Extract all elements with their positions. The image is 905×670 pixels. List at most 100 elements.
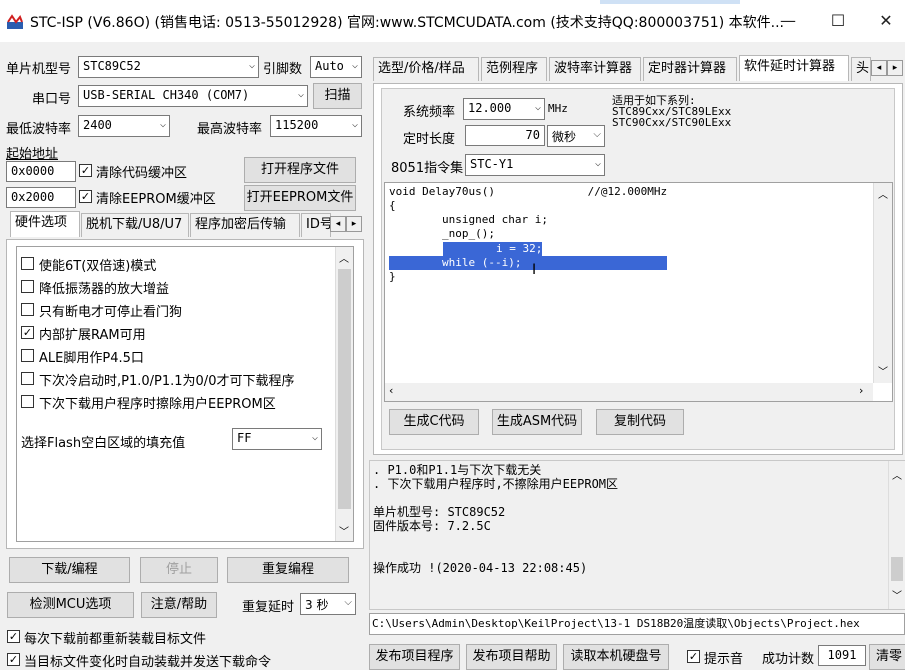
minimize-button[interactable]: — [768, 10, 808, 34]
instruction-set-value: STC-Y1 [470, 157, 514, 171]
open-eeprom-file-button[interactable]: 打开EEPROM文件 [244, 185, 356, 211]
pin-count-label: 引脚数 [263, 62, 303, 77]
stop-button[interactable]: 停止 [140, 557, 218, 583]
scroll-down-icon[interactable]: ﹀ [878, 363, 888, 378]
tab-scroll-left-icon[interactable]: ◂ [871, 60, 887, 76]
min-baud-select[interactable]: 2400 ⌵ [78, 115, 170, 137]
tab-baud-calculator[interactable]: 波特率计算器 [549, 57, 641, 81]
reload-target-checkbox[interactable]: ✓ [7, 630, 20, 643]
tab-hardware-options[interactable]: 硬件选项 [10, 211, 80, 237]
tab-example-programs[interactable]: 范例程序 [481, 57, 547, 81]
scan-button[interactable]: 扫描 [313, 83, 362, 109]
start-address-input-1[interactable]: 0x0000 [6, 161, 76, 182]
system-frequency-value: 12.000 [468, 101, 512, 115]
mcu-type-select[interactable]: STC89C52 ⌵ [78, 56, 259, 78]
maximize-button[interactable]: ☐ [818, 10, 858, 34]
code-line: } [389, 270, 396, 283]
log-line: 单片机型号: STC89C52 [373, 505, 506, 519]
download-program-button[interactable]: 下载/编程 [9, 557, 130, 583]
instruction-set-label: 8051指令集 [391, 161, 464, 176]
tab-scroll-left-icon[interactable]: ◂ [330, 216, 346, 232]
clear-eeprom-checkbox[interactable]: ✓ [79, 190, 92, 203]
check-mcu-options-button[interactable]: 检测MCU选项 [7, 592, 134, 618]
start-address-input-2[interactable]: 0x2000 [6, 187, 76, 208]
delay-length-input[interactable]: 70 [465, 125, 545, 146]
scroll-up-icon[interactable]: ︿ [878, 186, 888, 201]
code-horizontal-scrollbar[interactable]: ‹ › [385, 383, 873, 401]
hardware-option-checkbox[interactable] [21, 257, 34, 270]
scroll-down-icon[interactable]: ﹀ [892, 587, 902, 602]
tab-scroll-right-icon[interactable]: ▸ [346, 216, 362, 232]
scroll-left-icon[interactable]: ‹ [389, 384, 393, 397]
generate-asm-code-button[interactable]: 生成ASM代码 [492, 409, 582, 435]
delay-calculator-frame: 系统频率 12.000 ⌵ MHz 适用于如下系列: STC89Cxx/STC8… [381, 88, 895, 450]
publish-project-program-button[interactable]: 发布项目程序 [369, 644, 460, 670]
max-baud-select[interactable]: 115200 ⌵ [270, 115, 362, 137]
generate-c-code-button[interactable]: 生成C代码 [389, 409, 479, 435]
app-icon [7, 14, 23, 29]
port-select[interactable]: USB-SERIAL CH340 (COM7) ⌵ [78, 85, 308, 107]
software-delay-panel: 系统频率 12.000 ⌵ MHz 适用于如下系列: STC89Cxx/STC8… [373, 83, 903, 455]
open-program-file-button[interactable]: 打开程序文件 [244, 157, 356, 183]
delay-length-label: 定时长度 [403, 132, 456, 147]
tab-selection-price[interactable]: 选型/价格/样品 [373, 57, 479, 81]
instruction-set-select[interactable]: STC-Y1 ⌵ [465, 154, 605, 176]
system-frequency-select[interactable]: 12.000 ⌵ [463, 98, 545, 120]
read-disk-id-button[interactable]: 读取本机硬盘号 [563, 644, 669, 670]
scroll-thumb[interactable] [338, 269, 351, 509]
hardware-option-checkbox[interactable] [21, 280, 34, 293]
hardware-option-checkbox[interactable] [21, 395, 34, 408]
scroll-thumb[interactable] [891, 557, 903, 581]
code-line: { [389, 199, 396, 212]
repeat-delay-select[interactable]: 3 秒 ⌵ [300, 593, 356, 615]
clear-count-button[interactable]: 清零 [869, 644, 905, 670]
hardware-option-checkbox[interactable] [21, 372, 34, 385]
beep-checkbox[interactable]: ✓ [687, 650, 700, 663]
tab-offline-download[interactable]: 脱机下载/U8/U7 [81, 213, 189, 237]
scroll-right-icon[interactable]: › [859, 384, 863, 397]
chevron-down-icon: ⌵ [344, 597, 352, 608]
port-value: USB-SERIAL CH340 (COM7) [83, 88, 250, 102]
pin-count-select[interactable]: Auto ⌵ [310, 56, 362, 78]
file-path-field[interactable]: C:\Users\Admin\Desktop\KeilProject\13-1 … [369, 613, 905, 635]
repeat-delay-label: 重复延时 [242, 600, 295, 615]
delay-unit-value: 微秒 [552, 130, 577, 144]
tab-id[interactable]: ID号 [301, 213, 331, 237]
tab-timer-calculator[interactable]: 定时器计算器 [643, 57, 737, 81]
tab-encrypted-transfer[interactable]: 程序加密后传输 [190, 213, 300, 237]
hardware-option-checkbox[interactable]: ✓ [21, 326, 34, 339]
options-scrollbar[interactable]: ︿ ﹀ [335, 247, 353, 541]
repeat-program-button[interactable]: 重复编程 [227, 557, 349, 583]
max-baud-value: 115200 [275, 118, 319, 132]
close-button[interactable]: ✕ [866, 10, 905, 34]
auto-send-checkbox[interactable]: ✓ [7, 653, 20, 666]
log-line: . 下次下载用户程序时,不擦除用户EEPROM区 [373, 477, 619, 491]
notes-help-button[interactable]: 注意/帮助 [141, 592, 217, 618]
code-line: _nop_(); [389, 227, 495, 240]
publish-project-help-button[interactable]: 发布项目帮助 [466, 644, 557, 670]
chevron-down-icon: ⌵ [159, 119, 166, 130]
delay-unit-select[interactable]: 微秒 ⌵ [547, 125, 605, 147]
right-tab-strip: 选型/价格/样品 范例程序 波特率计算器 定时器计算器 软件延时计算器 头 ◂ … [373, 55, 905, 83]
copy-code-button[interactable]: 复制代码 [596, 409, 684, 435]
beep-label: 提示音 [704, 652, 744, 667]
scroll-up-icon[interactable]: ︿ [339, 250, 349, 265]
hardware-option-checkbox[interactable] [21, 303, 34, 316]
scroll-down-icon[interactable]: ﹀ [339, 523, 349, 538]
hardware-option-label: 下次下载用户程序时擦除用户EEPROM区 [39, 397, 276, 412]
success-count-value: 1091 [818, 645, 866, 666]
code-vertical-scrollbar[interactable]: ︿ ﹀ [873, 183, 892, 383]
log-scrollbar[interactable]: ︿ ﹀ [888, 461, 905, 609]
clear-code-checkbox[interactable]: ✓ [79, 164, 92, 177]
flash-fill-select[interactable]: FF ⌵ [232, 428, 322, 450]
tab-header[interactable]: 头 [851, 57, 871, 81]
options-list: 使能6T(双倍速)模式 降低振荡器的放大增益 只有断电才可停止看门狗 ✓ 内部扩展RAM… [16, 246, 354, 542]
hardware-option-checkbox[interactable] [21, 349, 34, 362]
hardware-option-label: 降低振荡器的放大增益 [39, 282, 170, 297]
pin-count-value: Auto [315, 59, 344, 73]
code-output-area[interactable]: void Delay70us() //@12.000MHz{ unsigned … [384, 182, 893, 402]
tab-scroll-right-icon[interactable]: ▸ [887, 60, 903, 76]
scroll-up-icon[interactable]: ︿ [892, 467, 902, 482]
mcu-type-label: 单片机型号 [6, 62, 72, 77]
tab-software-delay[interactable]: 软件延时计算器 [739, 55, 849, 81]
